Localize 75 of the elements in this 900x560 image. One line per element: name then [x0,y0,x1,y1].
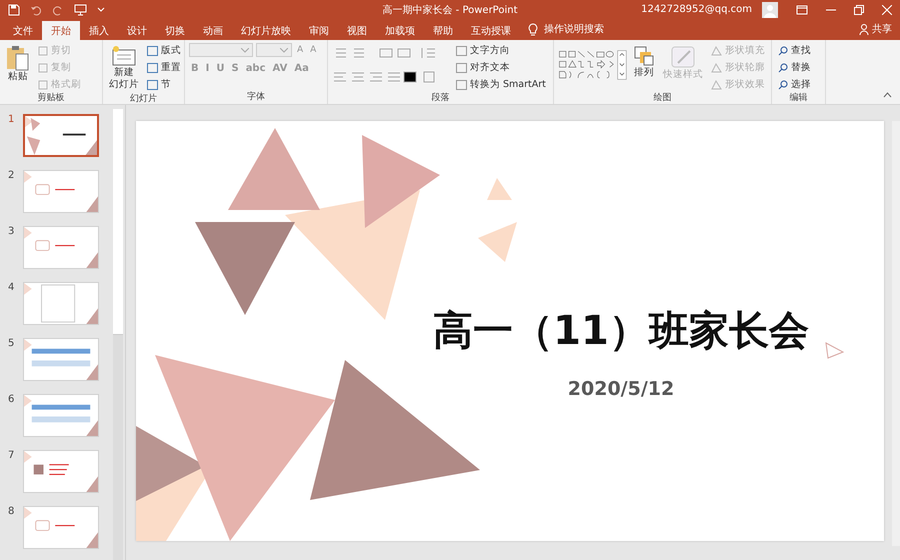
customize-caret-icon[interactable] [97,6,105,12]
ribbon-display-icon[interactable] [796,4,808,14]
presentation-icon[interactable] [74,4,87,16]
editing-button[interactable]: 选择 [776,77,813,92]
group-label: 编辑 [788,92,808,105]
arrange-button[interactable]: 排列 [631,43,657,81]
ribbon-tab[interactable]: 加载项 [376,21,424,40]
account-name[interactable]: 1242728952@qq.com [641,4,752,15]
group-label: 剪贴板 [36,92,66,105]
shape-tool-icon [711,46,722,56]
new-slide-icon [111,45,137,67]
caret-icon [280,48,288,52]
share-button[interactable]: 共享 [869,22,896,40]
slide-title: 高一（11）班家长会 [433,307,809,356]
group-label: 绘图 [652,92,672,105]
ribbon-tab[interactable]: 开始 [42,21,80,40]
paste-button[interactable]: 粘贴 [4,43,32,85]
quick-styles-icon [670,45,696,69]
ribbon-tab[interactable]: 设计 [118,21,156,40]
tell-me-search[interactable]: 操作说明搜索 [544,22,604,40]
layout-icon [147,80,158,90]
slide-number: 6 [7,394,16,405]
lightbulb-icon [528,23,538,36]
font-size-field[interactable] [256,43,292,57]
slide-number: 7 [7,450,16,461]
ribbon-tab[interactable]: 视图 [338,21,376,40]
slide-number: 2 [7,170,16,181]
ribbon-tab[interactable]: 互动授课 [462,21,520,40]
group-label: 幻灯片 [129,93,158,106]
shape-tool-icon [711,62,722,72]
ribbon-tab[interactable]: 审阅 [300,21,338,40]
undo-icon[interactable] [30,4,42,16]
ribbon-tab[interactable]: 插入 [80,21,118,40]
collapse-ribbon-icon[interactable] [883,92,892,98]
slide-number: 5 [7,338,16,349]
layout-icon [147,62,158,72]
ribbon-tab[interactable]: 动画 [194,21,232,40]
arrange-icon [633,45,655,67]
group-label: 字体 [246,91,266,104]
slide-number: 8 [7,506,16,517]
window-title: 高一期中家长会 - PowerPoint [382,4,518,16]
editing-button[interactable]: 替换 [776,60,813,75]
person-icon[interactable] [859,24,869,35]
search-icon [778,80,788,90]
paragraph-button[interactable]: 对齐文本 [454,60,548,75]
font-name-field[interactable] [189,43,253,57]
slide-number: 3 [7,226,16,237]
paragraph-button[interactable]: 文字方向 [454,43,548,58]
ribbon-tab[interactable]: 切换 [156,21,194,40]
search-icon [778,62,788,72]
ribbon-tab[interactable]: 文件 [4,21,42,40]
paragraph-button[interactable]: 转换为 SmartArt [454,77,548,92]
shape-tool-icon [711,80,722,90]
caret-icon [241,48,249,52]
layout-icon [147,46,158,56]
group-label: 段落 [430,92,450,105]
ribbon-tab[interactable]: 帮助 [424,21,462,40]
slide-button[interactable]: 节 [145,77,183,92]
restore-icon[interactable] [854,4,864,14]
search-icon [778,46,788,56]
slide-number: 4 [7,282,16,293]
slide-button[interactable]: 重置 [145,60,183,75]
thumbnail-scrollbar[interactable] [113,109,123,560]
avatar-icon[interactable] [762,2,778,18]
new-slide-button[interactable]: 新建 幻灯片 [107,43,141,93]
clipboard-icon [6,45,30,71]
slide-thumbnail[interactable] [23,114,99,157]
slide-button[interactable]: 版式 [145,43,183,58]
slide-number: 1 [7,114,16,125]
save-icon[interactable] [8,4,20,16]
close-icon[interactable] [882,4,892,14]
slide-date: 2020/5/12 [568,378,674,400]
editing-button[interactable]: 查找 [776,43,813,58]
redo-icon[interactable] [52,4,64,16]
ribbon-tab[interactable]: 幻灯片放映 [232,21,300,40]
